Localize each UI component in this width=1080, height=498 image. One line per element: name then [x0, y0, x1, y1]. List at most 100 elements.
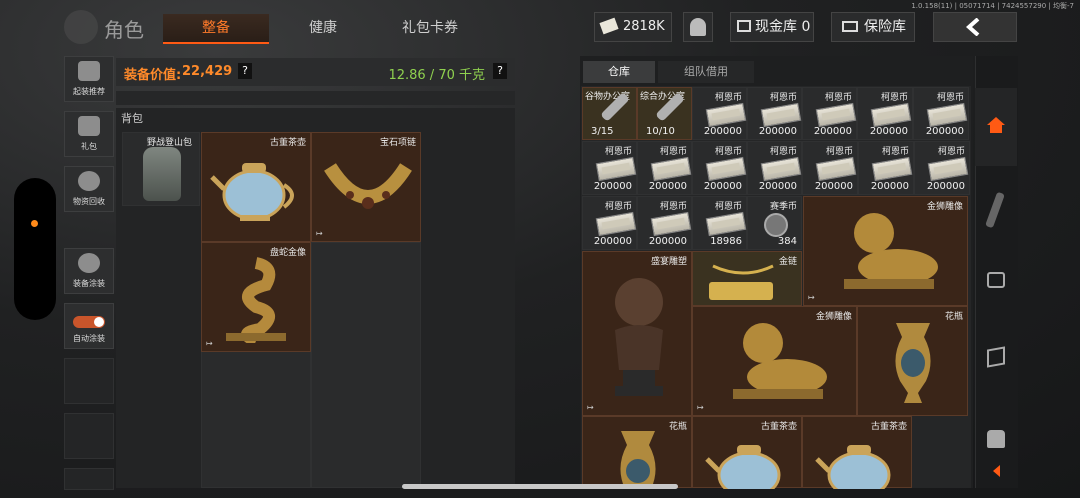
item-count: 200000: [813, 126, 852, 137]
cash-icon: [926, 102, 968, 128]
medkit-icon: [987, 272, 1005, 288]
skin-paint-icon: [78, 253, 100, 273]
coin-stack[interactable]: 柯恩币 200000: [747, 141, 802, 195]
warehouse-item[interactable]: 盛宴雕塑 ↦: [582, 251, 692, 416]
cash-vault-button[interactable]: 现金库 0: [730, 12, 814, 42]
lion-statue-icon: [733, 323, 827, 399]
auto-paint-label: 自动涂装: [73, 334, 105, 343]
backpack-slot[interactable]: 野战登山包: [122, 132, 200, 206]
rail-medical-button[interactable]: [975, 262, 1017, 306]
warehouse-item[interactable]: 古董茶壶: [802, 416, 912, 489]
gift-button[interactable]: 礼包: [64, 111, 114, 157]
cash-icon: [760, 102, 802, 128]
item-count: 200000: [758, 181, 797, 192]
item-name: 柯恩币: [714, 202, 742, 212]
recycle-label: 物资回收: [73, 197, 105, 206]
value-help-button[interactable]: ?: [238, 63, 252, 79]
coin-stack[interactable]: 柯恩币 200000: [858, 141, 914, 195]
backpack-label: 背包: [121, 112, 143, 125]
item-count: 200000: [703, 126, 742, 137]
cash-icon: [870, 102, 912, 128]
coin-stack[interactable]: 柯恩币 200000: [692, 141, 747, 195]
armor-icon: [987, 430, 1005, 448]
warehouse-item[interactable]: 花瓶: [582, 416, 692, 489]
item-name: 柯恩币: [659, 147, 687, 157]
coin-stack[interactable]: 柯恩币 200000: [637, 196, 692, 250]
tab-team-borrow[interactable]: 组队借用: [658, 61, 754, 83]
cash-vault-label: 现金库 0: [755, 19, 811, 35]
warehouse-item[interactable]: 古董茶壶: [692, 416, 802, 489]
item-name: 古董茶壶: [760, 422, 797, 432]
coin-stack[interactable]: 柯恩币 200000: [802, 141, 858, 195]
cash-icon: [650, 211, 692, 237]
coin-stack[interactable]: 柯恩币 200000: [802, 87, 857, 140]
soldier-icon: [690, 18, 706, 36]
rail-ammo-button[interactable]: [975, 186, 1017, 234]
rail-home-button[interactable]: [975, 88, 1017, 166]
rail-supplies-button[interactable]: [975, 338, 1017, 382]
safe-button[interactable]: 保险库: [831, 12, 915, 42]
rail-armor-button[interactable]: [975, 422, 1017, 458]
cash-icon: [705, 102, 747, 128]
tab-health[interactable]: 健康: [280, 14, 366, 42]
back-button[interactable]: [933, 12, 1017, 42]
item-name: 柯恩币: [714, 147, 742, 157]
inventory-item[interactable]: 宝石项链 ↦: [311, 132, 421, 242]
item-count: 384: [777, 236, 797, 247]
recycle-button[interactable]: 物资回收: [64, 166, 114, 212]
cash-icon: [595, 211, 637, 237]
auto-paint-toggle[interactable]: 自动涂装: [64, 303, 114, 349]
item-count: 200000: [814, 181, 853, 192]
item-count: 18986: [710, 236, 742, 247]
warehouse-item[interactable]: 花瓶: [857, 306, 968, 416]
home-indicator[interactable]: [402, 484, 678, 489]
item-name: 古董茶壶: [870, 422, 907, 432]
version-text: 1.0.158(11) | 05071714 | 7424557290 | 均衡…: [911, 2, 1074, 10]
coin-stack[interactable]: 柯恩币 200000: [914, 141, 970, 195]
coin-stack[interactable]: 柯恩币 200000: [747, 87, 802, 140]
coin-stack[interactable]: 柯恩币 18986: [692, 196, 747, 250]
collapse-arrow-icon: [993, 465, 1000, 477]
inventory-item[interactable]: 古董茶壶: [201, 132, 311, 242]
exit-marker-icon: ↦: [206, 339, 213, 348]
coin-stack[interactable]: 柯恩币 200000: [582, 196, 637, 250]
inventory-item[interactable]: 盘蛇金像 ↦: [201, 242, 311, 352]
exit-marker-icon: ↦: [697, 403, 704, 412]
gift-icon: [78, 116, 100, 136]
recycle-icon: [78, 171, 100, 191]
side-drawer-handle[interactable]: [14, 178, 56, 320]
cash-icon: [595, 156, 637, 182]
empty-menu-slot: [64, 413, 114, 459]
rail-collapse-button[interactable]: [975, 460, 1017, 484]
tab-loadout[interactable]: 整备: [163, 14, 269, 44]
loadout-recommend-button[interactable]: 起装推荐: [64, 56, 114, 102]
weight-help-button[interactable]: ?: [493, 63, 507, 79]
coin-stack[interactable]: 柯恩币 200000: [582, 141, 637, 195]
warehouse-item[interactable]: 综合办公室 10/10: [637, 87, 692, 140]
warehouse-item[interactable]: 金狮雕像 ↦: [803, 196, 968, 306]
character-logo-icon: [64, 10, 98, 44]
profile-avatar-button[interactable]: [683, 12, 713, 42]
skin-paint-button[interactable]: 装备涂装: [64, 248, 114, 294]
teapot-icon: [705, 445, 781, 489]
skin-paint-label: 装备涂装: [73, 279, 105, 288]
warehouse-item[interactable]: 金狮雕像 ↦: [692, 306, 857, 416]
tab-gift-vouchers[interactable]: 礼包卡券: [375, 14, 485, 42]
coin-stack[interactable]: 柯恩币 200000: [913, 87, 969, 140]
item-count: 200000: [648, 236, 687, 247]
coin-stack[interactable]: 柯恩币 200000: [692, 87, 747, 140]
magazine-icon: [985, 191, 1005, 229]
item-name: 盛宴雕塑: [650, 257, 687, 267]
vase-icon: [895, 323, 931, 403]
cash-icon: [705, 156, 747, 182]
warehouse-item[interactable]: 金链: [692, 251, 802, 306]
coin-stack[interactable]: 柯恩币 200000: [637, 141, 692, 195]
item-name: 柯恩币: [769, 93, 797, 103]
season-coin-stack[interactable]: 赛季币 384: [747, 196, 802, 250]
warehouse-item[interactable]: 谷物办公室 3/15: [582, 87, 637, 140]
tab-warehouse[interactable]: 仓库: [583, 61, 655, 83]
coin-stack[interactable]: 柯恩币 200000: [857, 87, 913, 140]
empty-menu-slot: [64, 468, 114, 490]
equipment-value: 22,429: [182, 64, 233, 79]
item-name: 花瓶: [944, 312, 963, 322]
